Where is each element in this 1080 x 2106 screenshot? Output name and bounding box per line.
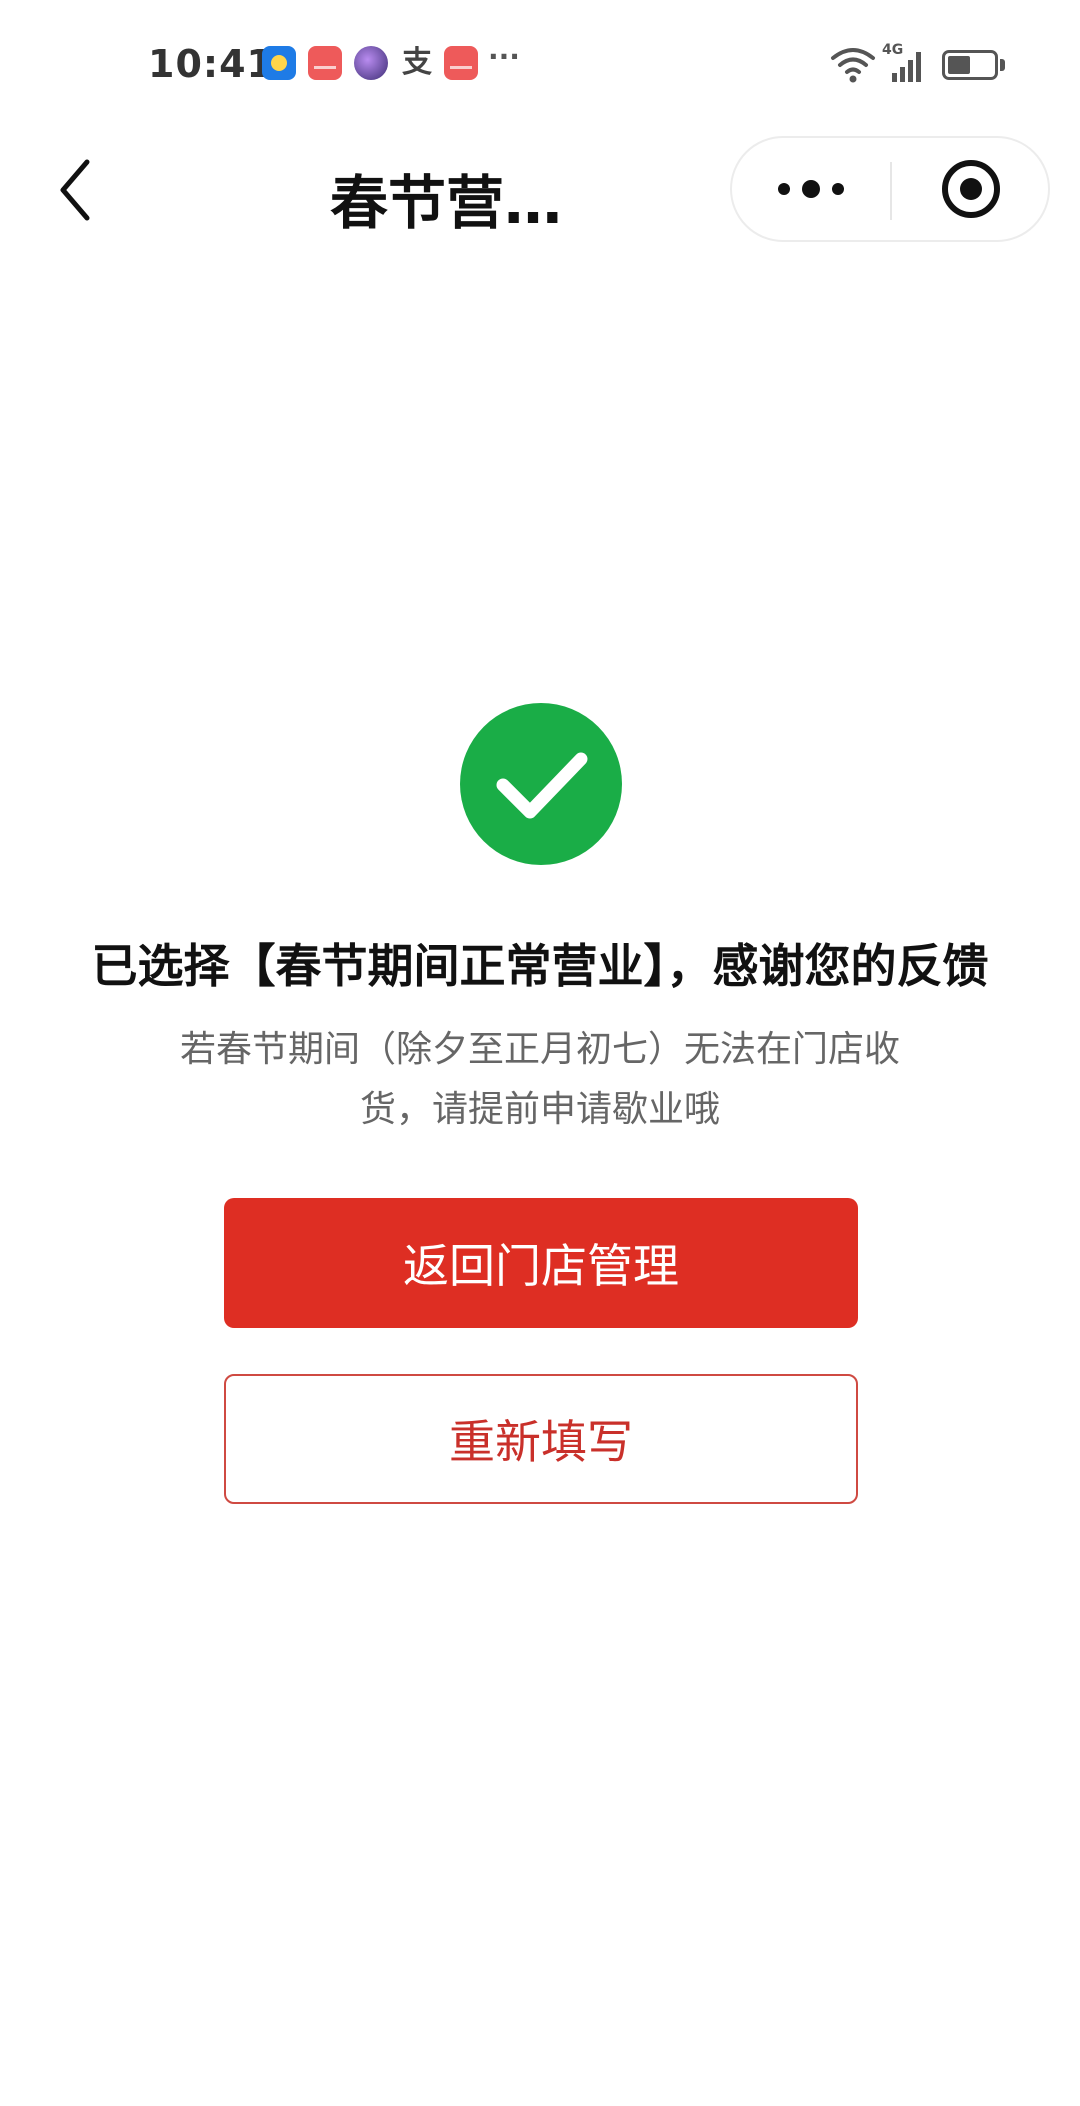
battery-tip [1000, 59, 1005, 71]
nav-bar: 春节营… [0, 120, 1080, 260]
target-close-icon [942, 160, 1000, 218]
huawei-store-icon [444, 46, 478, 80]
back-button[interactable] [40, 150, 110, 230]
screen: 10:41 支 ··· 4G 春节营… 已选择【春节期间正常营业】，感谢您的反馈… [0, 0, 1080, 2106]
return-store-management-button[interactable]: 返回门店管理 [224, 1198, 858, 1328]
check-circle-icon [460, 703, 622, 865]
chevron-left-icon [60, 159, 90, 221]
more-menu-button[interactable] [732, 138, 890, 240]
weather-icon [262, 46, 296, 80]
huawei-store-icon [308, 46, 342, 80]
result-title: 已选择【春节期间正常营业】，感谢您的反馈 [91, 939, 989, 993]
close-mini-program-button[interactable] [892, 138, 1050, 240]
page-title: 春节营… [330, 169, 563, 237]
status-bar: 10:41 支 ··· 4G [0, 0, 1080, 120]
system-icons: 4G [830, 42, 1030, 84]
result-description: 若春节期间（除夕至正月初七）无法在门店收 货，请提前申请歇业哦 [130, 1020, 950, 1140]
refill-button[interactable]: 重新填写 [224, 1374, 858, 1504]
wifi-icon [831, 48, 875, 83]
alipay-icon: 支 [402, 45, 432, 80]
battery-icon [942, 50, 998, 80]
status-time: 10:41 [148, 42, 274, 86]
battery-level [948, 56, 970, 74]
more-notifications-icon: ··· [488, 40, 520, 73]
mini-program-capsule [730, 136, 1050, 242]
game-icon [354, 46, 388, 80]
result-description-line1: 若春节期间（除夕至正月初七）无法在门店收 [179, 1029, 900, 1070]
more-dots-icon [778, 180, 844, 198]
result-description-line2: 货，请提前申请歇业哦 [359, 1089, 720, 1130]
cellular-signal-icon [892, 50, 926, 82]
